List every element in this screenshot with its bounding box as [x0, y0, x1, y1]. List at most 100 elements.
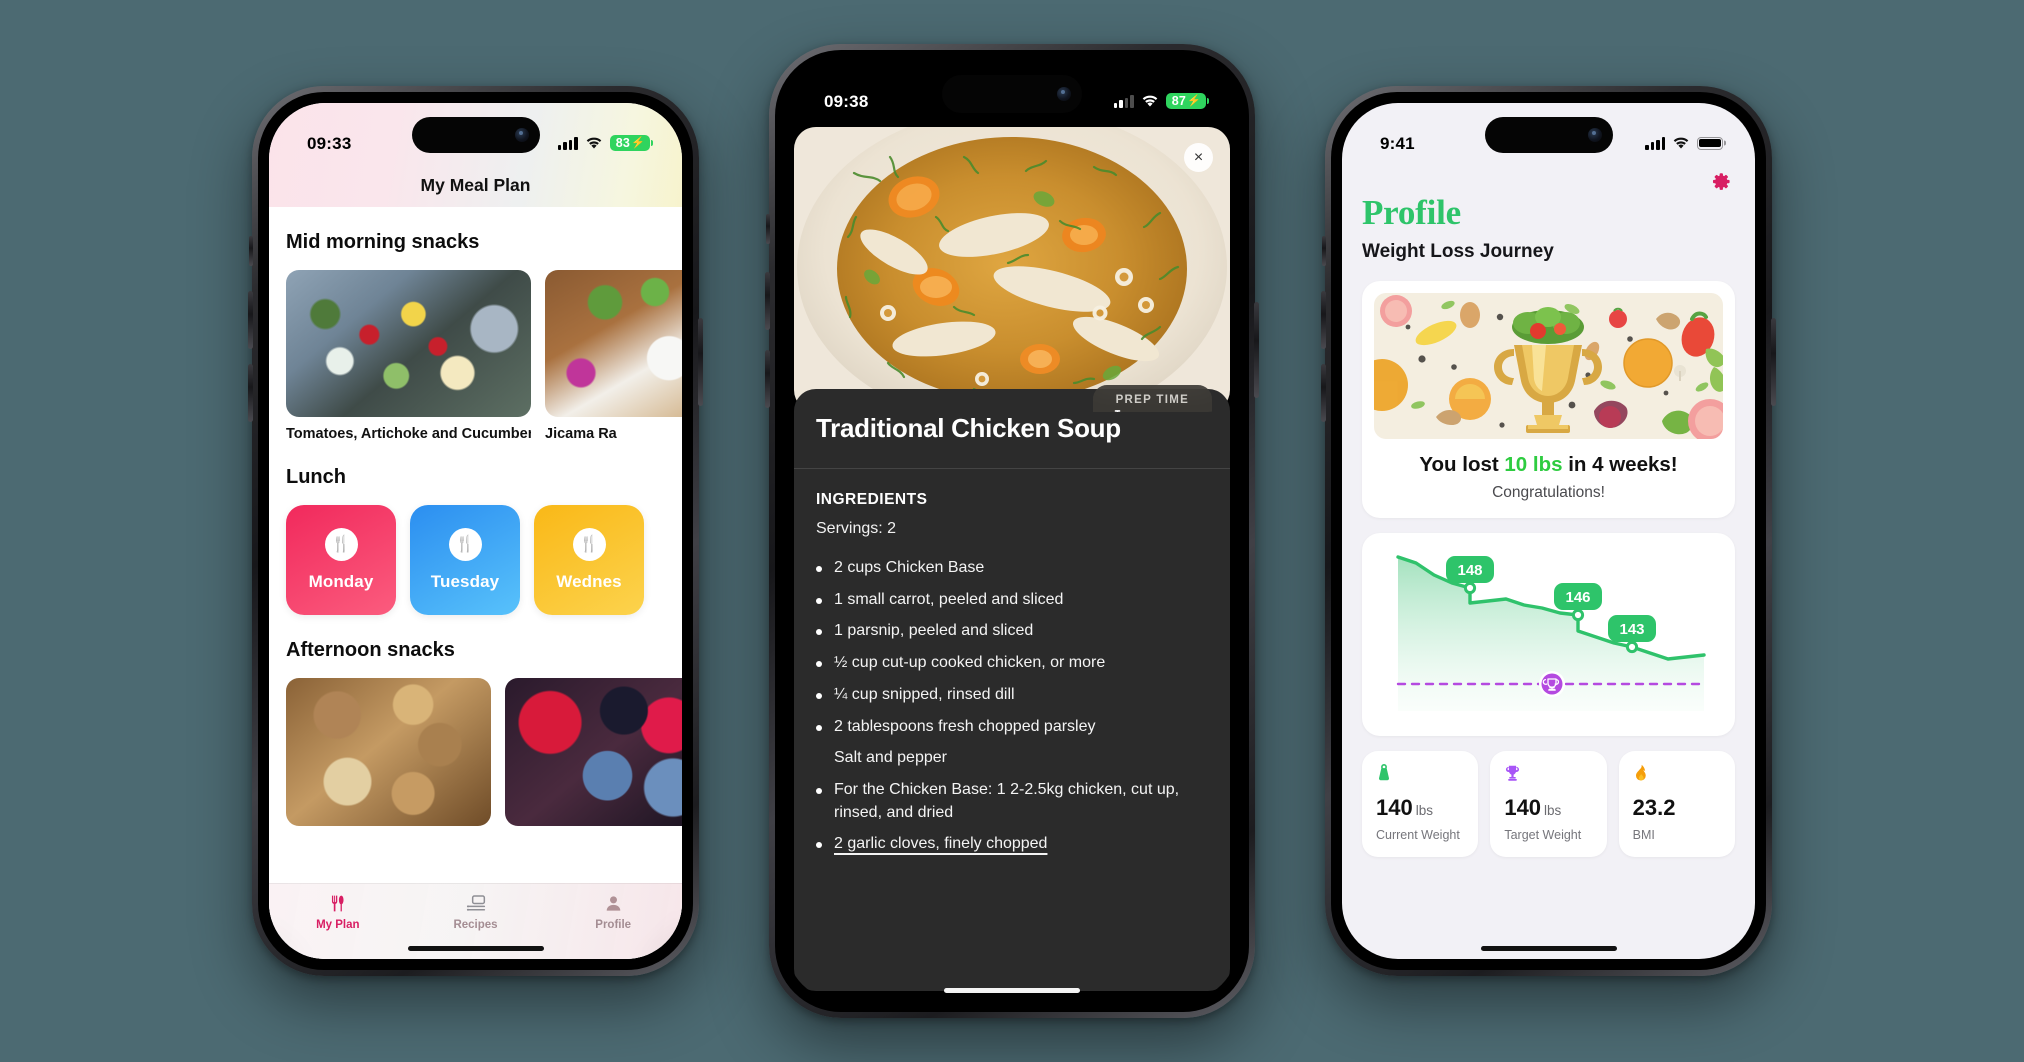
- ingredient-text: 2 garlic cloves, finely chopped: [834, 835, 1048, 853]
- volume-up-button[interactable]: [1321, 291, 1326, 349]
- chart-point: [1463, 581, 1477, 595]
- battery-status-badge: 83 ⚡: [609, 135, 650, 151]
- tab-recipes[interactable]: Recipes: [407, 893, 545, 931]
- tab-label: Profile: [595, 919, 632, 931]
- recipe-detail-screen: 09:38 87 ⚡ × PREP TIME Traditional Chick…: [786, 61, 1238, 1001]
- stats-row: 140 lbs Current Weight 140 lbs Target Weig…: [1362, 751, 1735, 857]
- cutlery-icon: 🍴: [572, 528, 606, 561]
- stat-label: Current Weight: [1376, 828, 1460, 842]
- battery-icon: [1697, 136, 1723, 150]
- page-title: My Meal Plan: [420, 175, 531, 195]
- page-subtitle: Weight Loss Journey: [1362, 241, 1554, 262]
- ingredient-item: 2 tablespoons fresh chopped parsley: [816, 707, 1208, 739]
- chart-label-text: 146: [1565, 589, 1590, 606]
- bullet-icon: [816, 724, 822, 731]
- fire-icon: [1633, 764, 1721, 784]
- charging-bolt-icon: ⚡: [631, 136, 645, 149]
- mid-morning-snack-row[interactable]: Tomatoes, Artichoke and Cucumber Jicama …: [286, 270, 682, 442]
- volume-up-button[interactable]: [248, 291, 253, 349]
- cutlery-icon: [328, 893, 347, 914]
- home-indicator[interactable]: [1480, 946, 1617, 951]
- day-card-tuesday[interactable]: 🍴 Tuesday: [410, 505, 520, 615]
- stat-value: 140: [1376, 795, 1413, 820]
- prep-time-badge: PREP TIME 30 min: [1092, 385, 1212, 412]
- snack-title: Tomatoes, Artichoke and Cucumber: [286, 426, 531, 442]
- stat-card-bmi[interactable]: 23.2 BMI: [1618, 751, 1735, 857]
- divider: [794, 468, 1230, 469]
- snack-card[interactable]: Tomatoes, Artichoke and Cucumber: [286, 270, 531, 442]
- prep-time-label: PREP TIME: [1115, 394, 1190, 406]
- dynamic-island: [411, 117, 540, 153]
- meal-plan-body[interactable]: Mid morning snacks Tomatoes, Artichoke a…: [269, 207, 682, 959]
- phone-right: 9:41 Profile Weight Loss Journey You los…: [1321, 86, 1776, 976]
- day-card-wednesday[interactable]: 🍴 Wednes: [534, 505, 644, 615]
- headline-highlight: 10 lbs: [1504, 453, 1563, 476]
- ingredient-text: 1 parsnip, peeled and sliced: [834, 622, 1034, 640]
- wifi-icon: [585, 137, 603, 150]
- ingredient-item: ¼ cup snipped, rinsed dill: [816, 675, 1208, 707]
- recipe-detail-sheet: Traditional Chicken Soup INGREDIENTS Ser…: [794, 389, 1230, 991]
- wifi-icon: [1141, 95, 1159, 108]
- lunch-day-row[interactable]: 🍴 Monday 🍴 Tuesday 🍴 Wednes: [286, 505, 665, 615]
- tab-profile[interactable]: Profile: [544, 893, 682, 931]
- power-button[interactable]: [1254, 302, 1259, 398]
- recipe-title: Traditional Chicken Soup: [816, 413, 1121, 443]
- mute-switch[interactable]: [1322, 236, 1326, 266]
- stat-card-target-weight[interactable]: 140 lbs Target Weight: [1490, 751, 1607, 857]
- trophy-with-fruits-illustration: [1374, 293, 1723, 439]
- gear-icon[interactable]: [1710, 171, 1731, 196]
- recipe-list-icon: [466, 893, 486, 914]
- battery-status-badge: 87 ⚡: [1165, 93, 1206, 109]
- weight-chart-card[interactable]: 148 146 143: [1362, 533, 1735, 736]
- close-icon[interactable]: ×: [1184, 143, 1213, 172]
- chicken-soup-photo: [794, 127, 1230, 412]
- stat-unit: lbs: [1415, 803, 1433, 818]
- home-indicator[interactable]: [407, 946, 544, 951]
- day-label: Monday: [308, 572, 374, 591]
- bullet-icon: [816, 788, 822, 795]
- battery-percent: 87: [1171, 94, 1187, 108]
- snack-image: [286, 270, 531, 417]
- phone-left: 09:33 83 ⚡ My Meal Plan Mid morning snac…: [248, 86, 703, 976]
- dynamic-island: [1484, 117, 1613, 153]
- ingredient-text: Salt and pepper: [834, 749, 947, 767]
- mute-switch[interactable]: [249, 236, 253, 266]
- volume-down-button[interactable]: [1321, 364, 1326, 422]
- stat-card-current-weight[interactable]: 140 lbs Current Weight: [1362, 751, 1479, 857]
- headline-suffix: in 4 weeks!: [1562, 453, 1678, 476]
- ingredient-item: Salt and pepper: [816, 738, 1208, 770]
- cellular-signal-icon: [1113, 94, 1134, 108]
- bullet-icon: [816, 842, 822, 849]
- chart-point: [1625, 640, 1639, 654]
- tab-my-plan[interactable]: My Plan: [269, 893, 407, 931]
- ingredient-item: 2 garlic cloves, finely chopped: [816, 824, 1208, 856]
- snack-image-nuts[interactable]: [286, 678, 491, 826]
- headline-prefix: You lost: [1419, 453, 1505, 476]
- volume-down-button[interactable]: [248, 364, 253, 422]
- chart-point: [1571, 608, 1585, 622]
- mute-switch[interactable]: [766, 214, 770, 244]
- ingredient-item: For the Chicken Base: 1 2-2.5kg chicken,…: [816, 770, 1208, 824]
- afternoon-snack-row[interactable]: [286, 678, 682, 826]
- chart-label-148: 148: [1446, 556, 1494, 583]
- home-indicator[interactable]: [944, 988, 1080, 993]
- status-time: 09:38: [824, 91, 869, 111]
- ingredients-list: 2 cups Chicken Base 1 small carrot, peel…: [816, 548, 1208, 856]
- snack-image-berries[interactable]: [505, 678, 682, 826]
- cellular-signal-icon: [1645, 136, 1665, 150]
- ingredient-item: ½ cup cut-up cooked chicken, or more: [816, 643, 1208, 675]
- ingredient-text: 2 cups Chicken Base: [834, 559, 985, 576]
- ingredients-heading: INGREDIENTS: [816, 491, 928, 508]
- stopwatch-icon: [1109, 409, 1126, 412]
- power-button[interactable]: [698, 318, 703, 406]
- front-camera-icon: [1587, 128, 1602, 142]
- charging-bolt-icon: ⚡: [1187, 94, 1201, 107]
- day-card-monday[interactable]: 🍴 Monday: [286, 505, 396, 615]
- volume-up-button[interactable]: [765, 272, 770, 330]
- power-button[interactable]: [1771, 318, 1776, 406]
- cutlery-icon: 🍴: [324, 528, 358, 561]
- achievement-headline: You lost 10 lbs in 4 weeks!: [1374, 453, 1723, 477]
- volume-down-button[interactable]: [765, 350, 770, 408]
- goal-trophy-marker: [1539, 671, 1565, 697]
- snack-card[interactable]: Jicama Ra: [545, 270, 682, 442]
